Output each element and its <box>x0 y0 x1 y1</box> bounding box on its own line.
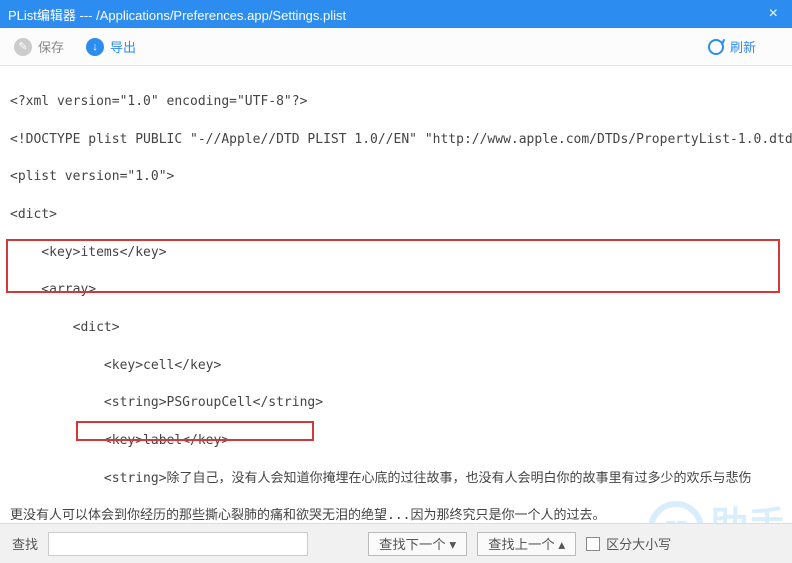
window-title: PList编辑器 --- /Applications/Preferences.a… <box>8 5 763 24</box>
find-prev-button[interactable]: 查找上一个 ▴ <box>477 532 576 556</box>
close-icon[interactable]: × <box>763 5 784 23</box>
code-line: <string>PSGroupCell</string> <box>10 394 782 413</box>
refresh-button[interactable]: 刷新 <box>708 37 756 56</box>
code-line: <key>items</key> <box>10 244 782 263</box>
refresh-label: 刷新 <box>730 37 756 56</box>
code-line: <key>cell</key> <box>10 357 782 376</box>
save-label: 保存 <box>38 37 64 56</box>
export-button[interactable]: ↓ 导出 <box>86 37 136 56</box>
title-bar: PList编辑器 --- /Applications/Preferences.a… <box>0 0 792 28</box>
code-line: <dict> <box>10 319 782 338</box>
code-line: 更没有人可以体会到你经历的那些撕心裂肺的痛和欲哭无泪的绝望...因为那终究只是你… <box>10 507 782 522</box>
save-icon: ✎ <box>14 38 32 56</box>
find-bar: 查找 查找下一个 ▾ 查找上一个 ▴ 区分大小写 <box>0 523 792 563</box>
code-line: <array> <box>10 281 782 300</box>
toolbar: ✎ 保存 ↓ 导出 刷新 <box>0 28 792 66</box>
chevron-down-icon: ▾ <box>449 537 456 552</box>
code-line: <key>label</key> <box>10 432 782 451</box>
case-sensitive-checkbox[interactable]: 区分大小写 <box>586 534 671 553</box>
export-icon: ↓ <box>86 38 104 56</box>
code-editor[interactable]: <?xml version="1.0" encoding="UTF-8"?> <… <box>0 66 792 522</box>
save-button[interactable]: ✎ 保存 <box>14 37 64 56</box>
refresh-icon <box>708 39 724 55</box>
code-line: <plist version="1.0"> <box>10 168 782 187</box>
code-line: <string>除了自己，没有人会知道你掩埋在心底的过往故事，也没有人会明白你的… <box>10 470 782 489</box>
code-line: <dict> <box>10 206 782 225</box>
find-input[interactable] <box>48 532 308 556</box>
chevron-up-icon: ▴ <box>558 537 565 552</box>
export-label: 导出 <box>110 37 136 56</box>
find-next-button[interactable]: 查找下一个 ▾ <box>368 532 467 556</box>
code-line: <!DOCTYPE plist PUBLIC "-//Apple//DTD PL… <box>10 131 782 150</box>
find-label: 查找 <box>12 534 38 553</box>
checkbox-icon <box>586 537 600 551</box>
case-label: 区分大小写 <box>606 534 671 553</box>
code-line: <?xml version="1.0" encoding="UTF-8"?> <box>10 93 782 112</box>
